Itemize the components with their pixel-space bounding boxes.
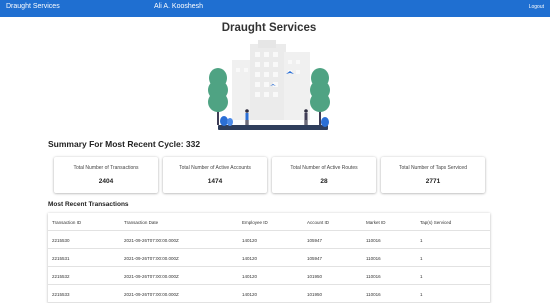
table-row[interactable]: 2215531 2021-09-26T07:00:00.000Z 140120 … <box>48 249 490 267</box>
table-cell: 2021-09-26T07:00:00.000Z <box>124 274 179 279</box>
transactions-table: Transaction ID Transaction Date Employee… <box>48 213 490 303</box>
table-cell: 105947 <box>307 256 323 261</box>
tree-foliage <box>310 92 330 112</box>
stat-card-label: Total Number of Active Accounts <box>179 165 251 171</box>
bush-shape <box>220 116 228 126</box>
column-header: Transaction ID <box>52 220 82 225</box>
table-cell: 110016 <box>366 274 381 279</box>
column-header: Market ID <box>366 220 386 225</box>
brand-link[interactable]: Draught Services <box>6 3 60 10</box>
stat-card-accounts: Total Number of Active Accounts 1474 <box>163 157 267 193</box>
top-navbar: Draught Services Ali A. Kooshesh Logout <box>0 0 550 17</box>
table-cell: 140120 <box>242 238 258 243</box>
transactions-heading: Most Recent Transactions <box>48 201 129 208</box>
table-cell: 2021-09-26T07:00:00.000Z <box>124 256 179 261</box>
city-illustration <box>208 40 330 130</box>
platform-shape <box>218 125 328 130</box>
stat-card-transactions: Total Number of Transactions 2404 <box>54 157 158 193</box>
bush-shape <box>321 117 329 127</box>
stat-card-value: 1474 <box>207 178 223 185</box>
table-cell: 1 <box>420 274 423 279</box>
table-cell: 105947 <box>307 238 323 243</box>
column-header: Employee ID <box>242 220 268 225</box>
stat-card-label: Total Number of Active Routes <box>290 165 358 171</box>
person-figure <box>304 109 308 125</box>
table-cell: 101950 <box>307 292 323 297</box>
column-header: Tap(s) Serviced <box>420 220 452 225</box>
table-cell: 2215532 <box>52 274 70 279</box>
table-cell: 1 <box>420 292 423 297</box>
table-cell: 110016 <box>366 238 381 243</box>
table-cell: 1 <box>420 256 423 261</box>
summary-heading: Summary For Most Recent Cycle: 332 <box>48 139 201 149</box>
stat-card-label: Total Number of Transactions <box>73 165 139 171</box>
table-cell: 140120 <box>242 274 258 279</box>
bush-shape <box>227 118 233 126</box>
stat-card-value: 2404 <box>98 178 114 185</box>
table-row[interactable]: 2215532 2021-09-26T07:00:00.000Z 140120 … <box>48 267 490 285</box>
stat-card-value: 2771 <box>425 178 441 185</box>
table-cell: 140120 <box>242 256 258 261</box>
table-cell: 101950 <box>307 274 323 279</box>
table-cell: 2215531 <box>52 256 70 261</box>
table-cell: 110016 <box>366 292 381 297</box>
user-name: Ali A. Kooshesh <box>154 3 204 10</box>
building-shape <box>258 40 276 48</box>
logout-button[interactable]: Logout <box>529 4 544 10</box>
stat-card-label: Total Number of Taps Serviced <box>399 165 467 171</box>
table-cell: 1 <box>420 238 423 243</box>
table-row[interactable]: 2215530 2021-09-26T07:00:00.000Z 140120 … <box>48 231 490 249</box>
stat-card-taps: Total Number of Taps Serviced 2771 <box>381 157 485 193</box>
stat-card-value: 28 <box>320 178 328 185</box>
table-cell: 2021-09-26T07:00:00.000Z <box>124 292 179 297</box>
person-figure <box>245 109 249 125</box>
page-title: Draught Services <box>221 22 317 34</box>
table-cell: 2021-09-26T07:00:00.000Z <box>124 238 179 243</box>
tree-foliage <box>208 92 228 112</box>
table-cell: 2215530 <box>52 238 70 243</box>
column-header: Account ID <box>307 220 330 225</box>
table-cell: 110016 <box>366 256 381 261</box>
table-header-row: Transaction ID Transaction Date Employee… <box>48 213 490 231</box>
table-cell: 2215533 <box>52 292 70 297</box>
column-header: Transaction Date <box>124 220 159 225</box>
table-row[interactable]: 2215533 2021-09-26T07:00:00.000Z 140120 … <box>48 285 490 303</box>
stat-card-routes: Total Number of Active Routes 28 <box>272 157 376 193</box>
table-cell: 140120 <box>242 292 258 297</box>
